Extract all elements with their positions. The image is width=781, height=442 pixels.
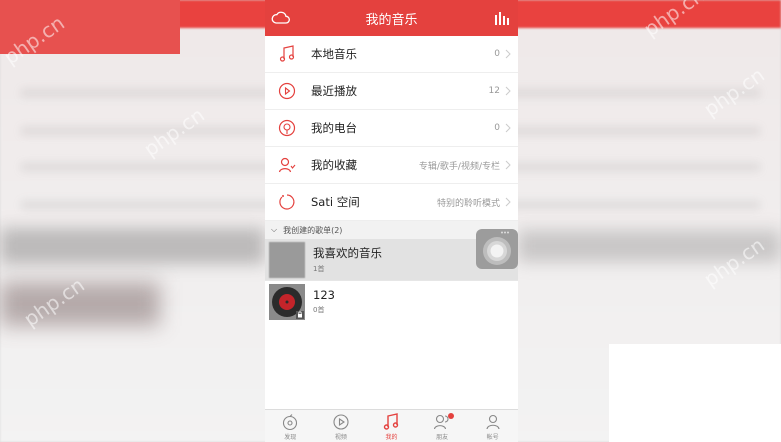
playlist-name: 我喜欢的音乐 [313,246,382,260]
background-dark-blob [0,282,160,326]
menu-item-detail: 特别的聆听模式 [436,198,500,209]
menu-item-label: 我的收藏 [311,158,357,172]
menu-item-label: Sati 空间 [311,195,360,209]
tab-video[interactable]: 视频 [316,410,367,442]
cloud-icon[interactable] [271,9,291,27]
page-title: 我的音乐 [365,12,418,28]
phone-screen: 我的音乐 本地音乐 0 最近播放 12 我的电台 0 我的收藏 专辑/歌手/视频… [265,0,518,442]
menu-item-local-music[interactable]: 本地音乐 0 [265,36,518,73]
playlist-cover [269,283,305,320]
tab-discover[interactable]: 发现 [265,410,316,442]
background-dark-bar [518,230,781,262]
top-bar: 我的音乐 [265,0,518,36]
playlist-count: 1首 [313,265,325,273]
assistive-touch-button[interactable] [476,229,518,269]
menu-item-sati-space[interactable]: Sati 空间 特别的聆听模式 [265,184,518,221]
my-music-icon [384,413,399,430]
sati-icon [277,192,297,212]
playlist-count: 0首 [313,306,325,314]
background-white-corner [609,344,781,442]
tab-label: 视频 [334,434,347,441]
video-icon [333,414,349,430]
menu-item-label: 本地音乐 [311,47,357,61]
menu-item-label: 最近播放 [311,84,357,98]
tab-label: 帐号 [486,434,499,441]
chevron-right-icon [505,160,511,170]
chevron-right-icon [505,86,511,96]
menu-item-count: 0 [494,123,500,133]
tab-my-music[interactable]: 我的 [366,410,417,442]
playlist-name: 123 [313,288,335,302]
menu-item-recent-play[interactable]: 最近播放 12 [265,73,518,110]
chevron-right-icon [505,49,511,59]
now-playing-icon[interactable] [494,10,510,26]
radio-icon [277,118,297,138]
tab-label: 朋友 [436,434,449,441]
tab-label: 发现 [284,434,297,441]
tab-friends[interactable]: 朋友 [417,410,468,442]
menu-item-detail: 专辑/歌手/视频/专栏 [418,161,500,172]
section-title: 我创建的歌单(2) [283,225,343,235]
vinyl-record-icon [269,283,305,320]
notification-badge [447,413,454,419]
menu-item-label: 我的电台 [311,121,357,135]
chevron-right-icon [505,197,511,207]
menu-item-my-radio[interactable]: 我的电台 0 [265,110,518,147]
background-red-block [0,0,180,54]
recent-play-icon [277,81,297,101]
tab-label: 我的 [385,434,398,441]
assistive-touch-icon [483,231,511,265]
music-note-icon [277,44,297,64]
account-icon [486,414,500,430]
playlist-cover [269,241,305,278]
bottom-tab-bar: 发现 视频 我的 朋友 帐号 [265,409,518,442]
background-dark-bar [0,228,265,264]
discover-icon [283,414,298,431]
chevron-right-icon [505,123,511,133]
menu-item-count: 12 [488,86,500,96]
playlist-row[interactable]: 123 0首 [265,281,518,322]
favorite-user-icon [277,155,297,175]
chevron-down-icon: ⌵ [271,225,278,234]
menu-item-count: 0 [494,49,500,59]
menu-item-my-favorites[interactable]: 我的收藏 专辑/歌手/视频/专栏 [265,147,518,184]
tab-account[interactable]: 帐号 [467,410,518,442]
